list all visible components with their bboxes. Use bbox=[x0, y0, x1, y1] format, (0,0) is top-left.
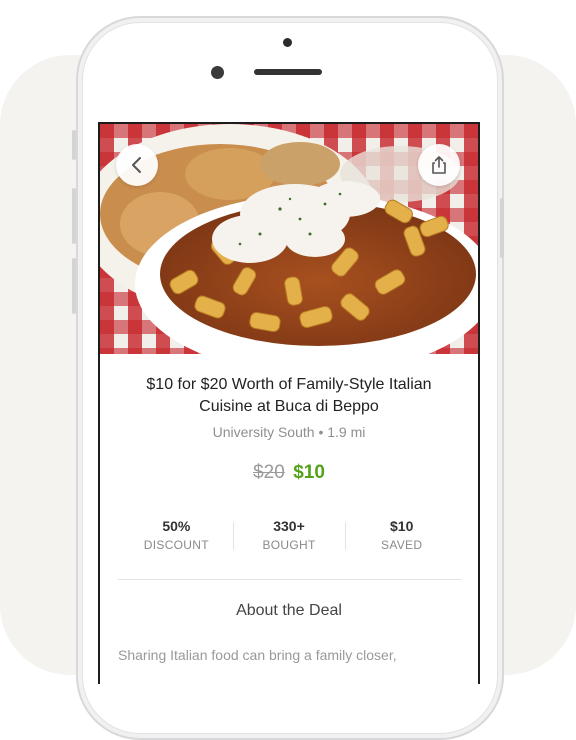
power-button bbox=[500, 198, 504, 258]
stat-value: 330+ bbox=[273, 518, 305, 534]
deal-title-line-1: $10 for $20 Worth of Family-Style Italia… bbox=[146, 376, 432, 393]
front-camera bbox=[211, 66, 224, 79]
back-button[interactable] bbox=[116, 144, 158, 186]
volume-up-button bbox=[72, 188, 76, 244]
deal-stats: 50% DISCOUNT 330+ BOUGHT $10 SAVED bbox=[120, 516, 458, 556]
deal-location: University South • 1.9 mi bbox=[212, 424, 366, 440]
price-row: $20 $10 bbox=[100, 462, 478, 484]
deal-title: $10 for $20 Worth of Family-Style Italia… bbox=[120, 374, 458, 418]
volume-down-button bbox=[72, 258, 76, 314]
deal-hero-image bbox=[100, 124, 478, 354]
stat-label: SAVED bbox=[381, 538, 423, 552]
stat-saved: $10 SAVED bbox=[345, 516, 458, 556]
share-button[interactable] bbox=[418, 144, 460, 186]
chevron-left-icon bbox=[132, 157, 141, 173]
deal-description: Sharing Italian food can bring a family … bbox=[118, 647, 397, 663]
earpiece-speaker bbox=[254, 69, 322, 75]
stat-label: BOUGHT bbox=[262, 538, 316, 552]
stat-value: $10 bbox=[390, 518, 414, 534]
about-deal-heading: About the Deal bbox=[236, 602, 342, 619]
stat-bought: 330+ BOUGHT bbox=[232, 516, 346, 556]
proximity-sensor bbox=[283, 38, 292, 47]
original-price: $20 bbox=[253, 462, 285, 483]
stat-discount: 50% DISCOUNT bbox=[120, 516, 233, 556]
section-divider bbox=[118, 579, 462, 580]
app-screen: $10 for $20 Worth of Family-Style Italia… bbox=[98, 122, 480, 684]
deal-title-line-2: Cuisine at Buca di Beppo bbox=[199, 398, 379, 415]
stat-value: 50% bbox=[162, 518, 191, 534]
share-icon bbox=[432, 156, 446, 174]
mute-switch bbox=[72, 130, 76, 160]
deal-price: $10 bbox=[293, 462, 325, 483]
stat-label: DISCOUNT bbox=[143, 538, 209, 552]
